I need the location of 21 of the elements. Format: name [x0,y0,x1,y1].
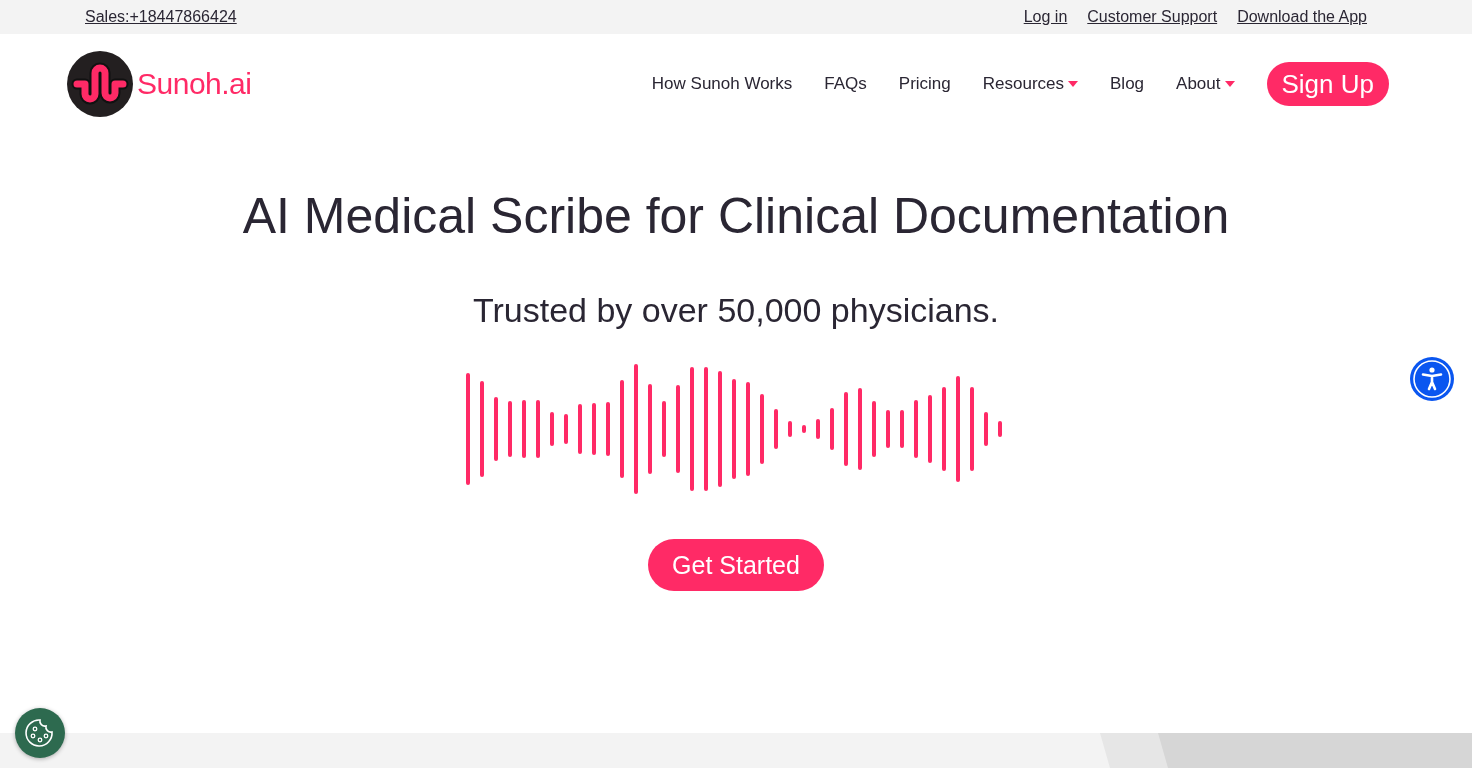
nav-link[interactable]: How Sunoh Works [651,74,793,94]
top-link[interactable]: Log in [1023,8,1068,26]
accessibility-icon [1410,357,1454,401]
logo-text[interactable]: Sunoh.ai [137,67,252,101]
nav-link[interactable]: FAQs [824,74,867,94]
logo-icon[interactable] [67,51,133,117]
hero-title: AI Medical Scribe for Clinical Documentation [242,187,1230,246]
nav-link[interactable]: About [1176,74,1235,94]
cookie-settings-button[interactable] [15,708,65,758]
sales-phone-link[interactable]: Sales:+18447866424 [85,8,237,26]
accessibility-button[interactable] [1410,357,1454,401]
get-started-button[interactable]: Get Started [648,539,824,591]
top-link[interactable]: Download the App [1237,8,1367,26]
caret-icon [1224,81,1235,87]
caret-icon [1068,81,1079,87]
top-link[interactable]: Customer Support [1087,8,1218,26]
hero-subtitle: Trusted by over 50,000 physicians. [473,290,999,331]
nav-link[interactable]: Pricing [898,74,951,94]
nav-link[interactable]: Resources [982,74,1079,94]
nav-link[interactable]: Blog [1110,74,1145,94]
sign-up-button[interactable]: Sign Up [1266,62,1389,106]
